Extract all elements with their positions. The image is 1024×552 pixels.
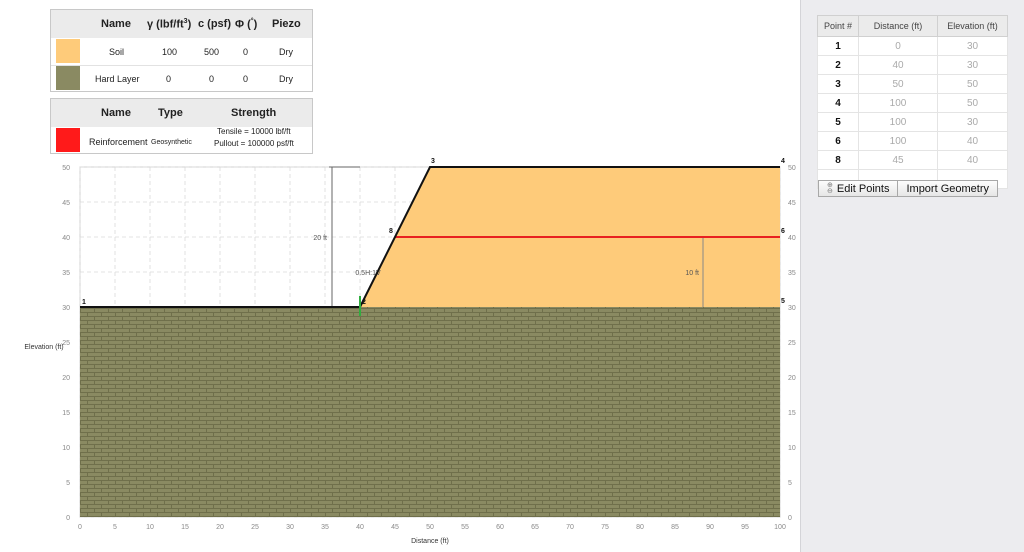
point-label-8: 8 [389, 228, 393, 235]
zoom-icon: ⊕ ⊖ [827, 181, 833, 195]
y-tick-label-left: 45 [62, 200, 70, 207]
y-tick-label-left: 30 [62, 305, 70, 312]
x-tick-label: 30 [286, 524, 294, 531]
points-toolbar: ⊕ ⊖ Edit Points Import Geometry [818, 180, 998, 197]
y-tick-label-right: 5 [788, 480, 792, 487]
x-tick-label: 50 [426, 524, 434, 531]
dimension-label-20ft: 20 ft [313, 235, 327, 242]
header-elevation: Elevation (ft) [937, 15, 1008, 37]
header-point: Point # [817, 15, 859, 37]
point-number: 3 [817, 74, 859, 94]
y-axis-label: Elevation (ft) [24, 344, 63, 351]
point-elevation[interactable]: 50 [937, 93, 1008, 113]
point-distance[interactable]: 100 [858, 112, 938, 132]
x-tick-label: 70 [566, 524, 574, 531]
x-tick-label: 100 [774, 524, 786, 531]
y-tick-label-left: 15 [62, 410, 70, 417]
points-table[interactable]: Point # Distance (ft) Elevation (ft) 103… [817, 15, 1008, 189]
x-tick-label: 75 [601, 524, 609, 531]
x-tick-label: 55 [461, 524, 469, 531]
x-tick-label: 45 [391, 524, 399, 531]
x-tick-label: 5 [113, 524, 117, 531]
x-tick-label: 40 [356, 524, 364, 531]
points-table-row[interactable]: 5 100 30 [817, 112, 1008, 132]
point-number: 5 [817, 112, 859, 132]
y-tick-label-right: 25 [788, 340, 796, 347]
points-table-row[interactable]: 4 100 50 [817, 93, 1008, 113]
x-tick-label: 90 [706, 524, 714, 531]
points-table-header: Point # Distance (ft) Elevation (ft) [817, 15, 1008, 37]
point-number: 2 [817, 55, 859, 75]
point-label-1: 1 [82, 299, 86, 306]
points-table-row[interactable]: 2 40 30 [817, 55, 1008, 75]
header-distance: Distance (ft) [858, 15, 938, 37]
point-number: 4 [817, 93, 859, 113]
x-tick-label: 85 [671, 524, 679, 531]
points-panel: Point # Distance (ft) Elevation (ft) 103… [800, 0, 1024, 552]
y-tick-label-left: 5 [66, 480, 70, 487]
point-elevation[interactable]: 30 [937, 55, 1008, 75]
point-number: 1 [817, 36, 859, 56]
point-number: 8 [817, 150, 859, 170]
point-distance[interactable]: 50 [858, 74, 938, 94]
x-tick-label: 65 [531, 524, 539, 531]
point-elevation[interactable]: 30 [937, 112, 1008, 132]
y-tick-label-left: 20 [62, 375, 70, 382]
y-tick-label-left: 40 [62, 235, 70, 242]
y-tick-label-left: 10 [62, 445, 70, 452]
y-tick-label-left: 50 [62, 165, 70, 172]
point-label-6: 6 [781, 228, 785, 235]
x-axis-label: Distance (ft) [411, 538, 449, 545]
y-tick-label-right: 35 [788, 270, 796, 277]
y-tick-label-right: 0 [788, 515, 792, 522]
x-tick-label: 25 [251, 524, 259, 531]
x-tick-label: 95 [741, 524, 749, 531]
point-label-5: 5 [781, 298, 785, 305]
y-tick-label-right: 20 [788, 375, 796, 382]
hard-layer-region[interactable] [80, 307, 780, 517]
dimension-label-10ft: 10 ft [685, 270, 699, 277]
point-distance[interactable]: 40 [858, 55, 938, 75]
y-tick-label-right: 15 [788, 410, 796, 417]
x-tick-label: 35 [321, 524, 329, 531]
x-tick-label: 80 [636, 524, 644, 531]
point-number: 6 [817, 131, 859, 151]
point-elevation[interactable]: 40 [937, 131, 1008, 151]
points-table-row[interactable]: 1 0 30 [817, 36, 1008, 56]
point-distance[interactable]: 45 [858, 150, 938, 170]
point-label-4: 4 [781, 158, 785, 165]
points-table-row[interactable]: 6 100 40 [817, 131, 1008, 151]
point-distance[interactable]: 100 [858, 131, 938, 151]
point-label-3: 3 [431, 158, 435, 165]
x-tick-label: 20 [216, 524, 224, 531]
x-tick-label: 10 [146, 524, 154, 531]
import-geometry-label: Import Geometry [906, 182, 989, 195]
slope-cross-section-chart[interactable]: 20 ft10 ft0.5H:1V 1 23 4568 0 5 10 15 20 25 30 35… [0, 0, 800, 552]
y-tick-label-left: 0 [66, 515, 70, 522]
point-elevation[interactable]: 50 [937, 74, 1008, 94]
point-distance[interactable]: 0 [858, 36, 938, 56]
point-distance[interactable]: 100 [858, 93, 938, 113]
point-elevation[interactable]: 40 [937, 150, 1008, 170]
y-tick-label-left: 35 [62, 270, 70, 277]
x-tick-label: 0 [78, 524, 82, 531]
x-tick-label: 60 [496, 524, 504, 531]
import-geometry-button[interactable]: Import Geometry [898, 180, 998, 197]
edit-points-button[interactable]: ⊕ ⊖ Edit Points [818, 180, 899, 197]
y-tick-label-right: 30 [788, 305, 796, 312]
y-tick-label-right: 50 [788, 165, 796, 172]
y-tick-label-right: 40 [788, 235, 796, 242]
y-tick-label-right: 45 [788, 200, 796, 207]
x-tick-label: 15 [181, 524, 189, 531]
point-elevation[interactable]: 30 [937, 36, 1008, 56]
y-tick-label-right: 10 [788, 445, 796, 452]
edit-points-label: Edit Points [836, 182, 890, 195]
points-table-row[interactable]: 3 50 50 [817, 74, 1008, 94]
point-label-2: 2 [362, 299, 366, 306]
points-table-row[interactable]: 8 45 40 [817, 150, 1008, 170]
